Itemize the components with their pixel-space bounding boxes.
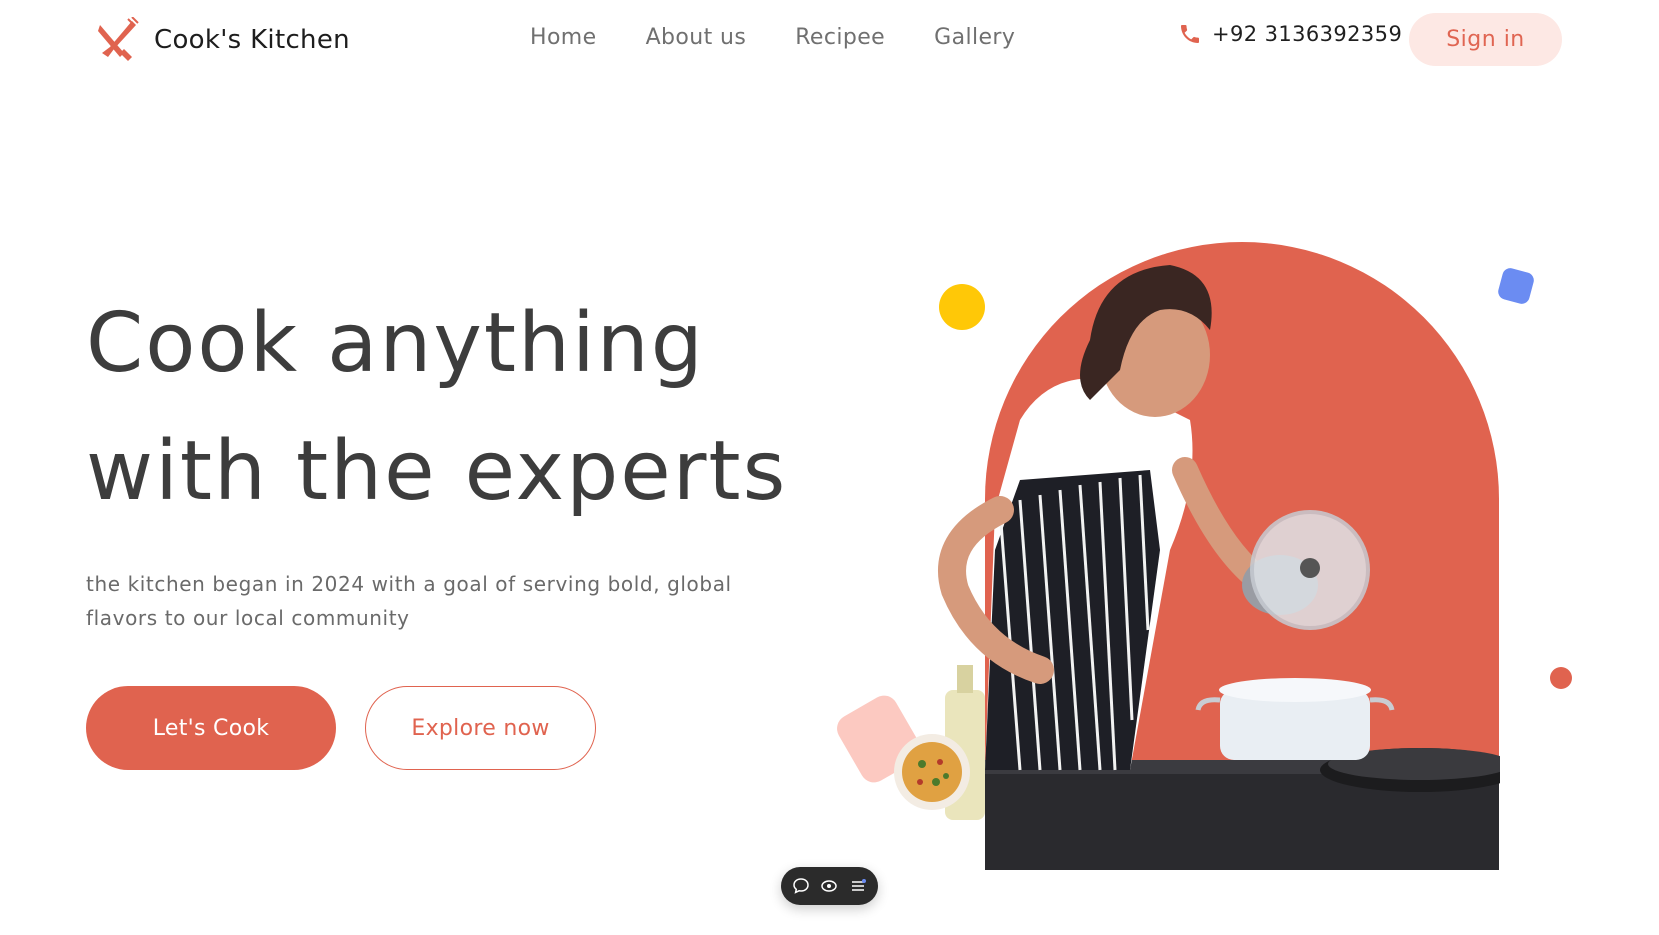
menu-icon[interactable]: [849, 877, 867, 895]
brand-name: Cook's Kitchen: [154, 25, 350, 55]
fork-knife-icon: [98, 17, 139, 61]
nav-recipee[interactable]: Recipee: [795, 20, 885, 56]
hero-title: Cook anything with the experts: [86, 280, 846, 536]
nav-home[interactable]: Home: [530, 20, 597, 56]
comment-icon[interactable]: [792, 877, 810, 895]
brand-logo[interactable]: Cook's Kitchen: [94, 16, 350, 64]
lets-cook-button[interactable]: Let's Cook: [86, 686, 336, 770]
nav-gallery[interactable]: Gallery: [934, 20, 1015, 56]
floating-toolbar: [781, 867, 878, 905]
decor-red-dot: [1550, 667, 1572, 689]
nav-about-us[interactable]: About us: [646, 20, 747, 56]
hero-title-line-1: Cook anything: [86, 296, 705, 391]
hero-title-line-2: with the experts: [86, 424, 788, 519]
phone-contact[interactable]: +92 3136392359: [1178, 22, 1402, 46]
decor-yellow-dot: [939, 284, 985, 330]
hero-subtitle-line-1: the kitchen began in 2024 with a goal of…: [86, 572, 732, 596]
sign-in-button[interactable]: Sign in: [1409, 13, 1562, 66]
explore-now-button[interactable]: Explore now: [365, 686, 596, 770]
eye-icon[interactable]: [820, 877, 838, 895]
decor-pink-square: [831, 690, 927, 788]
hero-subtitle-line-2: flavors to our local community: [86, 606, 410, 630]
hero-subtitle: the kitchen began in 2024 with a goal of…: [86, 567, 786, 635]
landing-page: Cook's Kitchen Home About us Recipee Gal…: [0, 0, 1659, 935]
site-header: Cook's Kitchen Home About us Recipee Gal…: [0, 0, 1659, 80]
phone-number: +92 3136392359: [1212, 22, 1403, 46]
hero-arch-background: [985, 242, 1499, 870]
phone-icon: [1181, 25, 1199, 43]
pizza-thumbnail: [894, 734, 970, 810]
decor-blue-square: [1496, 266, 1536, 306]
main-nav: Home About us Recipee Gallery: [530, 20, 1064, 56]
chef-photo: [938, 265, 1500, 870]
